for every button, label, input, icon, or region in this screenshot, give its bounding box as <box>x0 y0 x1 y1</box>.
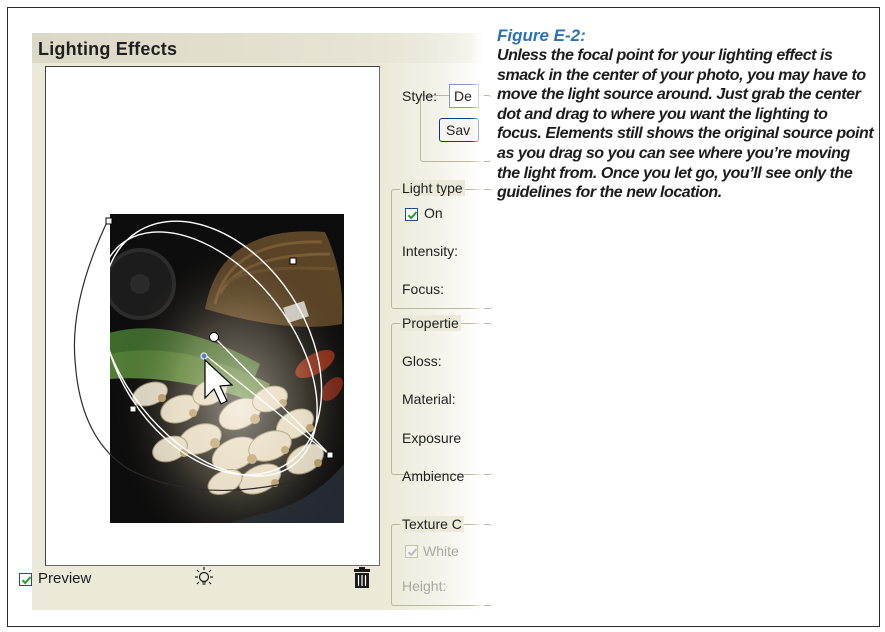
checkmark-icon <box>21 576 32 585</box>
light-bulb-icon[interactable] <box>193 565 215 591</box>
figure-caption: Unless the focal point for your lighting… <box>497 47 874 202</box>
figure-title: Figure E-2: <box>497 26 586 45</box>
mouse-cursor-icon <box>204 358 234 405</box>
preview-checkbox[interactable] <box>19 573 32 586</box>
preview-label: Preview <box>38 570 92 587</box>
trash-icon[interactable] <box>352 566 372 590</box>
